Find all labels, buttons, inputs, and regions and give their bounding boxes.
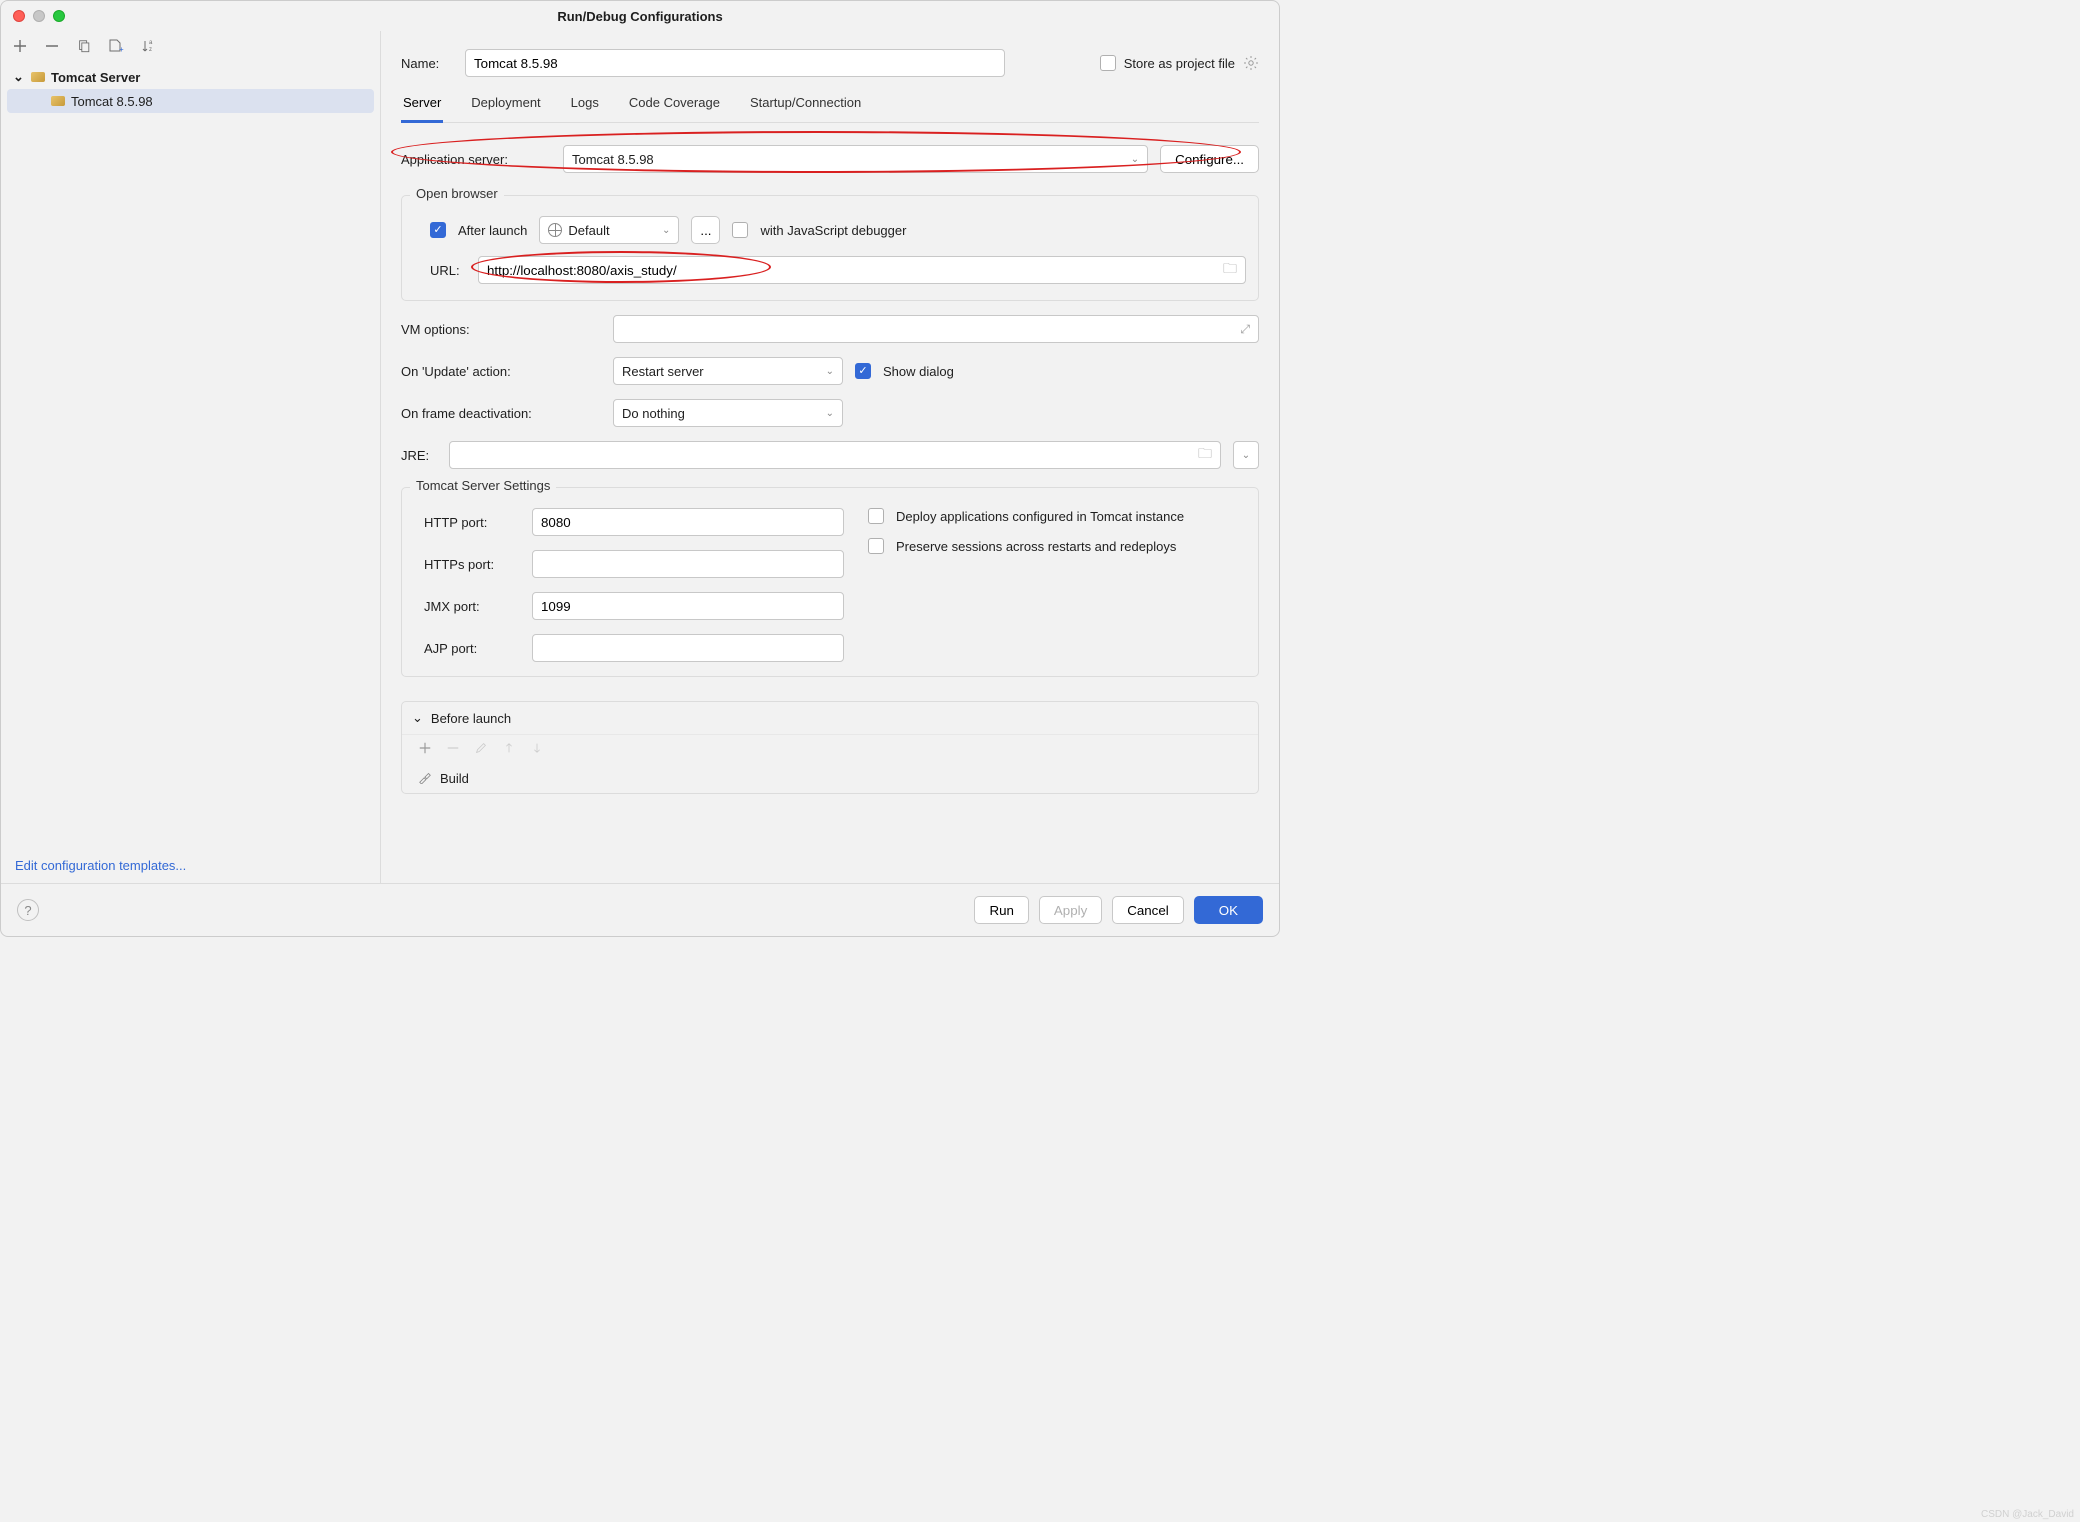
jre-label: JRE: xyxy=(401,448,437,463)
app-server-label: Application server: xyxy=(401,152,551,167)
ok-button[interactable]: OK xyxy=(1194,896,1263,924)
run-button[interactable]: Run xyxy=(974,896,1028,924)
svg-text:+: + xyxy=(119,45,124,54)
tab-startup-connection[interactable]: Startup/Connection xyxy=(748,95,863,122)
chevron-down-icon: ⌄ xyxy=(13,69,25,85)
https-port-input[interactable] xyxy=(532,550,844,578)
copy-config-button[interactable] xyxy=(75,37,93,55)
jmx-port-label: JMX port: xyxy=(424,599,520,614)
titlebar: Run/Debug Configurations xyxy=(1,1,1279,31)
jre-dropdown[interactable]: ⌄ xyxy=(1233,441,1259,469)
store-as-project-checkbox[interactable] xyxy=(1100,55,1116,71)
js-debugger-label: with JavaScript debugger xyxy=(760,223,906,238)
on-frame-label: On frame deactivation: xyxy=(401,406,571,421)
cancel-button[interactable]: Cancel xyxy=(1112,896,1184,924)
globe-icon xyxy=(548,223,562,237)
preserve-sessions-checkbox[interactable] xyxy=(868,538,884,554)
on-update-label: On 'Update' action: xyxy=(401,364,551,379)
http-port-input[interactable] xyxy=(532,508,844,536)
http-port-label: HTTP port: xyxy=(424,515,520,530)
tomcat-icon xyxy=(51,96,65,106)
browser-select[interactable]: Default ⌄ xyxy=(539,216,679,244)
remove-config-button[interactable] xyxy=(43,37,61,55)
show-dialog-checkbox[interactable] xyxy=(855,363,871,379)
bl-down-button[interactable] xyxy=(530,741,544,758)
bl-item-label: Build xyxy=(440,771,469,786)
preserve-sessions-label: Preserve sessions across restarts and re… xyxy=(896,539,1176,554)
tab-logs[interactable]: Logs xyxy=(569,95,601,122)
url-input-wrapper xyxy=(478,256,1246,284)
configure-button[interactable]: Configure... xyxy=(1160,145,1259,173)
vm-options-wrapper: ⤢ xyxy=(613,315,1259,343)
chevron-down-icon: ⌄ xyxy=(826,408,834,419)
jre-input-wrapper xyxy=(449,441,1221,469)
chevron-down-icon: ⌄ xyxy=(662,225,670,236)
folder-icon[interactable] xyxy=(1223,258,1237,282)
tomcat-settings-legend: Tomcat Server Settings xyxy=(410,478,556,493)
on-update-select[interactable]: Restart server ⌄ xyxy=(613,357,843,385)
tomcat-icon xyxy=(31,72,45,82)
on-frame-value: Do nothing xyxy=(622,406,685,421)
name-label: Name: xyxy=(401,56,449,71)
apply-button[interactable]: Apply xyxy=(1039,896,1102,924)
jre-input[interactable] xyxy=(458,443,1198,467)
after-launch-label: After launch xyxy=(458,223,527,238)
after-launch-checkbox[interactable] xyxy=(430,222,446,238)
tree-item-tomcat-8598[interactable]: Tomcat 8.5.98 xyxy=(7,89,374,113)
open-browser-legend: Open browser xyxy=(410,186,504,201)
ajp-port-label: AJP port: xyxy=(424,641,520,656)
vm-options-input[interactable] xyxy=(622,317,1240,341)
bl-add-button[interactable] xyxy=(418,741,432,758)
vm-options-label: VM options: xyxy=(401,322,551,337)
jmx-port-input[interactable] xyxy=(532,592,844,620)
js-debugger-checkbox[interactable] xyxy=(732,222,748,238)
https-port-label: HTTPs port: xyxy=(424,557,520,572)
tree-item-label: Tomcat 8.5.98 xyxy=(71,94,153,109)
folder-icon[interactable] xyxy=(1198,443,1212,467)
bl-item-build[interactable]: Build xyxy=(402,764,1258,793)
svg-text:z: z xyxy=(149,47,152,53)
expand-icon[interactable]: ⤢ xyxy=(1240,322,1250,337)
chevron-down-icon: ⌄ xyxy=(1242,450,1250,461)
tree-group-label: Tomcat Server xyxy=(51,70,140,85)
before-launch-header[interactable]: ⌄ Before launch xyxy=(402,702,1258,734)
app-server-select[interactable]: Tomcat 8.5.98 ⌄ xyxy=(563,145,1148,173)
tab-deployment[interactable]: Deployment xyxy=(469,95,542,122)
add-config-button[interactable] xyxy=(11,37,29,55)
browser-value: Default xyxy=(568,223,609,238)
main-panel: Name: Store as project file Server Deplo… xyxy=(381,31,1279,883)
gear-icon[interactable] xyxy=(1243,55,1259,71)
tab-code-coverage[interactable]: Code Coverage xyxy=(627,95,722,122)
chevron-down-icon: ⌄ xyxy=(826,366,834,377)
sort-config-button[interactable]: az xyxy=(139,37,157,55)
deploy-apps-checkbox[interactable] xyxy=(868,508,884,524)
bl-up-button[interactable] xyxy=(502,741,516,758)
help-button[interactable]: ? xyxy=(17,899,39,921)
ajp-port-input[interactable] xyxy=(532,634,844,662)
tree-group-tomcat[interactable]: ⌄ Tomcat Server xyxy=(1,65,380,89)
deploy-apps-label: Deploy applications configured in Tomcat… xyxy=(896,509,1184,524)
tab-server[interactable]: Server xyxy=(401,95,443,123)
save-config-button[interactable]: + xyxy=(107,37,125,55)
show-dialog-label: Show dialog xyxy=(883,364,954,379)
svg-text:a: a xyxy=(149,40,153,46)
before-launch-label: Before launch xyxy=(431,711,511,726)
window-title: Run/Debug Configurations xyxy=(1,9,1279,24)
tabs: Server Deployment Logs Code Coverage Sta… xyxy=(401,77,1259,123)
url-input[interactable] xyxy=(487,258,1223,282)
edit-templates-link[interactable]: Edit configuration templates... xyxy=(15,858,186,873)
chevron-down-icon: ⌄ xyxy=(1131,154,1139,165)
bl-edit-button[interactable] xyxy=(474,741,488,758)
bl-remove-button[interactable] xyxy=(446,741,460,758)
on-frame-select[interactable]: Do nothing ⌄ xyxy=(613,399,843,427)
browser-more-button[interactable]: ... xyxy=(691,216,720,244)
sidebar: + az ⌄ Tomcat Server Tomcat 8.5.98 Edit … xyxy=(1,31,381,883)
url-label: URL: xyxy=(430,263,466,278)
on-update-value: Restart server xyxy=(622,364,704,379)
store-as-project-label: Store as project file xyxy=(1124,56,1235,71)
hammer-icon xyxy=(418,770,432,787)
app-server-value: Tomcat 8.5.98 xyxy=(572,152,654,167)
chevron-down-icon: ⌄ xyxy=(412,710,423,726)
name-input[interactable] xyxy=(465,49,1005,77)
